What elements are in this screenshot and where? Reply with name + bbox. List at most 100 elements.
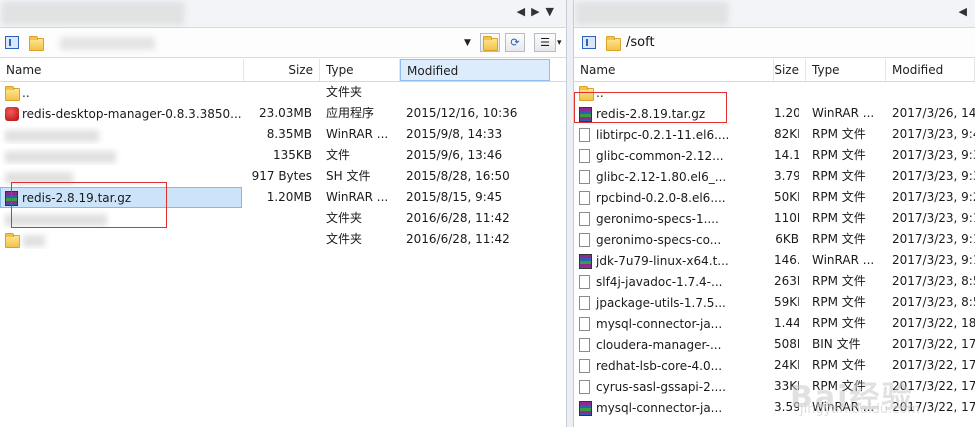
table-row[interactable]: 8.35MB WinRAR ... 2015/9/8, 14:33 [0, 124, 566, 145]
watermark-sub: jingyan.baidu.com [800, 402, 920, 417]
table-row[interactable]: jdk-7u79-linux-x64.t... 146.40MB WinRAR ..… [574, 250, 975, 271]
panel-view-icon[interactable] [5, 36, 19, 49]
column-type[interactable]: Type [806, 59, 886, 81]
file-modified [892, 82, 975, 103]
file-name: redis-desktop-manager-0.8.3.3850.... [22, 107, 242, 121]
file-name: mysql-connector-ja... [596, 401, 723, 415]
file-name-cell[interactable]: slf4j-javadoc-1.7.4-... [574, 271, 772, 292]
table-row[interactable]: geronimo-specs-1.... 110KB RPM 文件 2017/3/23… [574, 208, 975, 229]
table-row[interactable]: mysql-connector-ja... 1.44MB RPM 文件 2017/3/… [574, 313, 975, 334]
table-row[interactable]: libtirpc-0.2.1-11.el6.... 82KB RPM 文件 2017/… [574, 124, 975, 145]
file-modified: 2017/3/23, 9:1 [892, 253, 975, 267]
file-size: 3.79MB [774, 169, 799, 183]
refresh-button[interactable]: ⟳ [505, 33, 525, 52]
file-icon [579, 317, 590, 331]
file-name-cell[interactable] [0, 145, 242, 166]
file-name-cell[interactable]: libtirpc-0.2.1-11.el6.... [574, 124, 772, 145]
right-pane: ◀ /soft Name Size Type Modified .. redis-… [574, 0, 975, 427]
table-row[interactable]: redis-desktop-manager-0.8.3.3850.... 23.0… [0, 103, 566, 124]
table-row[interactable]: redhat-lsb-core-4.0...24KBRPM 文件2017/3/2… [574, 355, 975, 376]
chevron-left-icon[interactable]: ◀ [517, 5, 531, 18]
file-type: RPM 文件 [812, 148, 866, 162]
table-row[interactable]: jpackage-utils-1.7.5... 59KB RPM 文件 2017/3/… [574, 292, 975, 313]
file-type: RPM 文件 [812, 232, 866, 246]
file-size: 6KB [775, 232, 799, 246]
view-dropdown-icon[interactable]: ▾ [557, 38, 562, 48]
table-row[interactable]: 135KB 文件 2015/9/6, 13:46 [0, 145, 566, 166]
file-size: 14.18MB [774, 148, 799, 162]
file-type: 文件夹 [326, 85, 363, 99]
file-name-cell[interactable]: redhat-lsb-core-4.0... [574, 355, 772, 376]
file-modified: 2017/3/22, 18 [892, 316, 975, 330]
table-row[interactable]: rpcbind-0.2.0-8.el6.... 50KB RPM 文件 2017/3/… [574, 187, 975, 208]
column-modified[interactable]: Modified [400, 59, 550, 81]
highlight-box-left [11, 182, 167, 228]
file-name-cell[interactable]: rpcbind-0.2.0-8.el6.... [574, 187, 772, 208]
table-row[interactable]: slf4j-javadoc-1.7.4-... 263KB RPM 文件 2017/3… [574, 271, 975, 292]
file-size [246, 82, 312, 103]
file-size: 50KB [774, 190, 799, 204]
file-name-cell[interactable]: cyrus-sasl-gssapi-2.... [574, 376, 772, 397]
redacted-name [5, 130, 99, 142]
file-name-cell[interactable]: mysql-connector-ja... [574, 397, 772, 418]
column-size[interactable]: Size [774, 59, 806, 81]
file-name-cell[interactable] [0, 229, 242, 250]
file-icon [579, 380, 590, 394]
column-modified[interactable]: Modified [886, 59, 975, 81]
left-column-header: Name Size Type Modified [0, 59, 566, 82]
file-name-cell[interactable]: geronimo-specs-co... [574, 229, 772, 250]
file-name-cell[interactable]: jdk-7u79-linux-x64.t... [574, 250, 772, 271]
file-size: 82KB [774, 127, 799, 141]
file-size: 23.03MB [259, 106, 312, 120]
file-type: RPM 文件 [812, 211, 866, 225]
file-name-cell[interactable]: mysql-connector-ja... [574, 313, 772, 334]
file-modified [406, 82, 550, 103]
file-type: 文件 [326, 148, 351, 162]
table-row[interactable]: glibc-2.12-1.80.el6_... 3.79MB RPM 文件 2017/… [574, 166, 975, 187]
file-name-cell[interactable]: cloudera-manager-... [574, 334, 772, 355]
column-name[interactable]: Name [0, 59, 244, 81]
file-name-cell[interactable]: geronimo-specs-1.... [574, 208, 772, 229]
file-size [246, 208, 312, 229]
file-modified: 2015/8/28, 16:50 [406, 169, 510, 183]
table-row[interactable]: cyrus-sasl-gssapi-2....33KBRPM 文件2017/3/… [574, 376, 975, 397]
right-tab-redacted[interactable] [576, 2, 728, 25]
file-icon [579, 233, 590, 247]
file-modified: 2016/6/28, 11:42 [406, 211, 510, 225]
chevron-right-icon[interactable]: ▶ [531, 5, 545, 18]
file-icon [579, 296, 590, 310]
pane-splitter[interactable] [566, 0, 574, 427]
view-mode-button[interactable]: ☰ [534, 33, 556, 52]
file-name-cell[interactable]: redis-desktop-manager-0.8.3.3850.... [0, 103, 242, 124]
chevron-down-icon[interactable]: ▼ [546, 5, 560, 18]
file-name: .. [22, 86, 30, 100]
right-path[interactable]: /soft [626, 35, 655, 50]
redacted-name [23, 235, 45, 247]
left-tab-redacted[interactable] [2, 2, 184, 25]
file-type: 文件夹 [326, 211, 363, 225]
file-size: 59KB [774, 295, 799, 309]
path-dropdown-icon[interactable]: ▼ [464, 38, 471, 48]
column-size[interactable]: Size [244, 59, 320, 81]
file-type: 文件夹 [326, 232, 363, 246]
file-name-cell[interactable]: .. [0, 82, 242, 103]
panel-view-icon[interactable] [582, 36, 596, 49]
file-name-cell[interactable]: glibc-common-2.12... [574, 145, 772, 166]
folder-icon [29, 36, 44, 51]
file-name-cell[interactable]: glibc-2.12-1.80.el6_... [574, 166, 772, 187]
table-row[interactable]: geronimo-specs-co... 6KB RPM 文件 2017/3/23, … [574, 229, 975, 250]
parent-folder-button[interactable] [480, 33, 500, 52]
chevron-left-icon[interactable]: ◀ [959, 5, 973, 18]
table-row[interactable]: 文件夹 2016/6/28, 11:42 [0, 229, 566, 250]
column-name[interactable]: Name [574, 59, 774, 81]
file-size: 917 Bytes [251, 169, 312, 183]
table-row[interactable]: cloudera-manager-... 508KB BIN 文件 2017/3/22… [574, 334, 975, 355]
file-name-cell[interactable]: jpackage-utils-1.7.5... [574, 292, 772, 313]
table-row[interactable]: glibc-common-2.12... 14.18MB RPM 文件 2017/3/… [574, 145, 975, 166]
column-type[interactable]: Type [320, 59, 400, 81]
file-name: cloudera-manager-... [596, 338, 722, 352]
winrar-archive-icon [579, 254, 592, 269]
table-row[interactable]: .. 文件夹 [0, 82, 566, 103]
folder-icon [606, 36, 621, 51]
file-name-cell[interactable] [0, 124, 242, 145]
